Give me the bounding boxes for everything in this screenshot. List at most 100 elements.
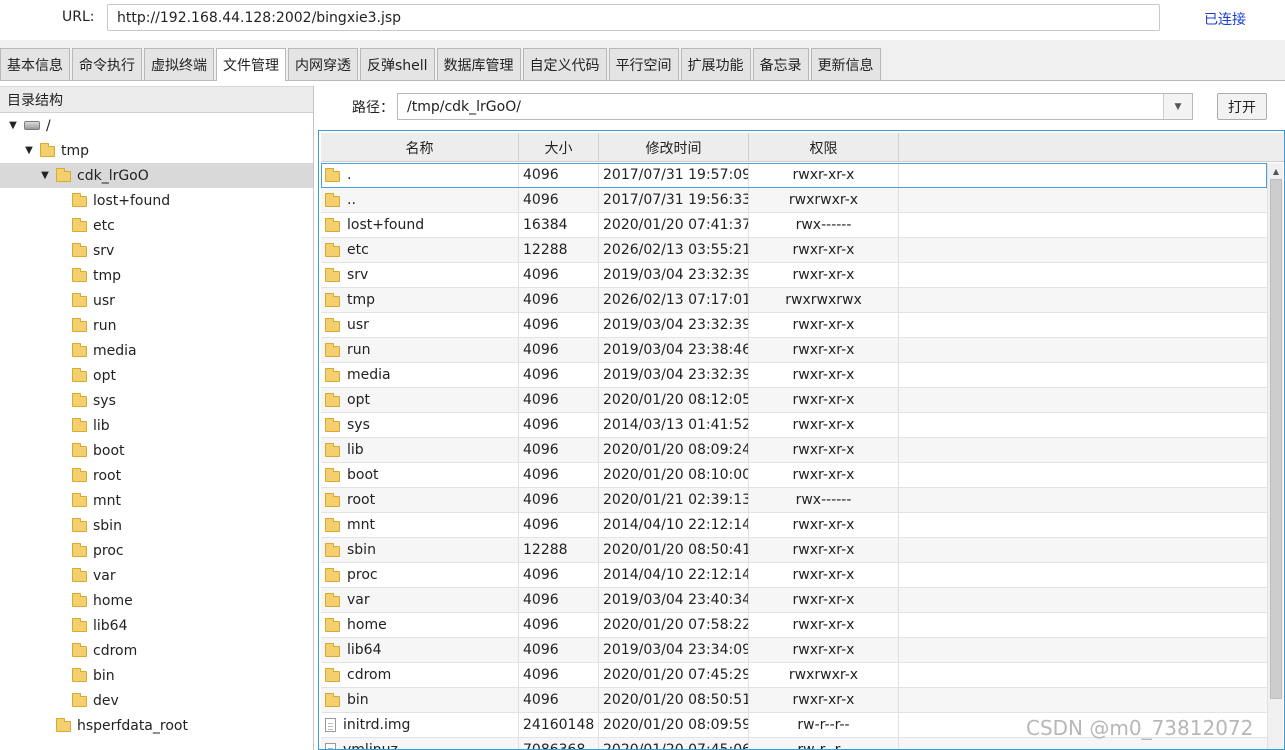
tab-bar: 基本信息 命令执行 虚拟终端 文件管理 内网穿透 反弹shell 数据库管理 自定义代码 平行空…: [0, 40, 1285, 81]
url-input[interactable]: [107, 4, 1160, 31]
tab-6[interactable]: 数据库管理: [436, 48, 521, 80]
tree-node[interactable]: ▼ tmp: [0, 138, 313, 163]
table-row[interactable]: root 4096 2020/01/21 02:39:13 rwx------: [321, 488, 1267, 513]
table-row[interactable]: srv 4096 2019/03/04 23:32:39 rwxr-xr-x: [321, 263, 1267, 288]
table-row[interactable]: lib64 4096 2019/03/04 23:34:09 rwxr-xr-x: [321, 638, 1267, 663]
table-row[interactable]: . 4096 2017/07/31 19:57:09 rwxr-xr-x: [321, 163, 1267, 188]
path-combobox[interactable]: ▼: [397, 93, 1193, 120]
chevron-down-icon[interactable]: ▼: [1163, 94, 1192, 119]
table-row[interactable]: tmp 4096 2026/02/13 07:17:01 rwxrwxrwx: [321, 288, 1267, 313]
file-name: lost+found: [347, 217, 425, 233]
table-row[interactable]: opt 4096 2020/01/20 08:12:05 rwxr-xr-x: [321, 388, 1267, 413]
path-input[interactable]: [398, 94, 1164, 119]
tree-node[interactable]: etc: [0, 213, 313, 238]
expand-arrow-icon[interactable]: ▼: [38, 170, 52, 181]
tree-node[interactable]: run: [0, 313, 313, 338]
tree-node[interactable]: lib: [0, 413, 313, 438]
column-header-size[interactable]: 大小: [519, 133, 599, 162]
tree-node[interactable]: srv: [0, 238, 313, 263]
table-row[interactable]: media 4096 2019/03/04 23:32:39 rwxr-xr-x: [321, 363, 1267, 388]
tab-3[interactable]: 文件管理: [216, 48, 286, 81]
cell-name: proc: [321, 563, 519, 587]
tab-8[interactable]: 平行空间: [608, 48, 679, 80]
vertical-scrollbar[interactable]: ▲: [1267, 163, 1284, 749]
tree-node[interactable]: hsperfdata_root: [0, 713, 313, 738]
expand-arrow-icon[interactable]: ▼: [6, 120, 20, 131]
table-row[interactable]: lost+found 16384 2020/01/20 07:41:37 rwx---…: [321, 213, 1267, 238]
cell-empty: [899, 488, 1267, 512]
cell-empty: [899, 313, 1267, 337]
cell-size: 4096: [519, 613, 599, 637]
tree-node[interactable]: usr: [0, 288, 313, 313]
table-row[interactable]: sys 4096 2014/03/13 01:41:52 rwxr-xr-x: [321, 413, 1267, 438]
folder-icon: [325, 517, 340, 532]
tab-11[interactable]: 更新信息: [810, 48, 881, 80]
folder-icon: [325, 692, 340, 707]
tree-node-label: etc: [93, 217, 115, 234]
cell-size: 12288: [519, 238, 599, 262]
folder-icon: [72, 268, 87, 282]
tree-node[interactable]: proc: [0, 538, 313, 563]
tab-7[interactable]: 自定义代码: [522, 48, 607, 80]
table-row[interactable]: proc 4096 2014/04/10 22:12:14 rwxr-xr-x: [321, 563, 1267, 588]
tree-node[interactable]: opt: [0, 363, 313, 388]
table-row[interactable]: etc 12288 2026/02/13 03:55:21 rwxr-xr-x: [321, 238, 1267, 263]
tree-node[interactable]: dev: [0, 688, 313, 713]
cell-permission: rwxr-xr-x: [749, 538, 899, 562]
column-header-permission[interactable]: 权限: [749, 133, 899, 162]
table-row[interactable]: .. 4096 2017/07/31 19:56:33 rwxrwxr-x: [321, 188, 1267, 213]
table-row[interactable]: home 4096 2020/01/20 07:58:22 rwxr-xr-x: [321, 613, 1267, 638]
table-row[interactable]: run 4096 2019/03/04 23:38:46 rwxr-xr-x: [321, 338, 1267, 363]
table-row[interactable]: usr 4096 2019/03/04 23:32:39 rwxr-xr-x: [321, 313, 1267, 338]
tree-node[interactable]: lib64: [0, 613, 313, 638]
tree-node[interactable]: root: [0, 463, 313, 488]
scroll-up-icon[interactable]: ▲: [1268, 163, 1284, 179]
tab-10[interactable]: 备忘录: [752, 48, 809, 80]
table-row[interactable]: bin 4096 2020/01/20 08:50:51 rwxr-xr-x: [321, 688, 1267, 713]
open-button[interactable]: 打开: [1217, 93, 1267, 120]
cell-permission: rwxr-xr-x: [749, 463, 899, 487]
tree-node[interactable]: bin: [0, 663, 313, 688]
table-row[interactable]: sbin 12288 2020/01/20 08:50:41 rwxr-xr-x: [321, 538, 1267, 563]
table-row[interactable]: mnt 4096 2014/04/10 22:12:14 rwxr-xr-x: [321, 513, 1267, 538]
directory-tree-panel: 目录结构 ▼ / ▼ tmp ▼ cdk_lrGoO lost+found etc srv tmp…: [0, 86, 314, 750]
expand-arrow-icon[interactable]: ▼: [22, 145, 36, 156]
cell-size: 4096: [519, 338, 599, 362]
tree-node[interactable]: home: [0, 588, 313, 613]
cell-size: 4096: [519, 288, 599, 312]
tree-node[interactable]: ▼ /: [0, 113, 313, 138]
folder-icon: [325, 617, 340, 632]
cell-empty: [899, 688, 1267, 712]
table-row[interactable]: cdrom 4096 2020/01/20 07:45:29 rwxrwxr-x: [321, 663, 1267, 688]
tab-4[interactable]: 内网穿透: [288, 48, 358, 80]
tree-node-label: root: [93, 467, 122, 484]
cell-size: 7086368: [519, 738, 599, 749]
tree-node[interactable]: sbin: [0, 513, 313, 538]
tab-1[interactable]: 命令执行: [72, 48, 142, 80]
tree-node[interactable]: boot: [0, 438, 313, 463]
tree-node[interactable]: lost+found: [0, 188, 313, 213]
cell-name: lib64: [321, 638, 519, 662]
tree-node[interactable]: tmp: [0, 263, 313, 288]
cell-size: 16384: [519, 213, 599, 237]
table-row[interactable]: var 4096 2019/03/04 23:40:34 rwxr-xr-x: [321, 588, 1267, 613]
tab-5[interactable]: 反弹shell: [360, 48, 435, 80]
column-header-modified[interactable]: 修改时间: [599, 133, 749, 162]
tab-2[interactable]: 虚拟终端: [144, 48, 214, 80]
tree-node[interactable]: mnt: [0, 488, 313, 513]
table-row[interactable]: lib 4096 2020/01/20 08:09:24 rwxr-xr-x: [321, 438, 1267, 463]
column-header-name[interactable]: 名称: [321, 133, 519, 162]
folder-icon: [325, 392, 340, 407]
tree-node[interactable]: cdrom: [0, 638, 313, 663]
tree-node[interactable]: ▼ cdk_lrGoO: [0, 163, 313, 188]
tab-9[interactable]: 扩展功能: [680, 48, 751, 80]
tree-node[interactable]: media: [0, 338, 313, 363]
tree-node[interactable]: var: [0, 563, 313, 588]
scrollbar-thumb[interactable]: [1270, 179, 1282, 699]
tree-node[interactable]: sys: [0, 388, 313, 413]
file-name: lib64: [347, 642, 382, 658]
cell-modified: 2020/01/21 02:39:13: [599, 488, 749, 512]
folder-icon: [325, 642, 340, 657]
tab-0[interactable]: 基本信息: [0, 48, 70, 80]
table-row[interactable]: boot 4096 2020/01/20 08:10:00 rwxr-xr-x: [321, 463, 1267, 488]
